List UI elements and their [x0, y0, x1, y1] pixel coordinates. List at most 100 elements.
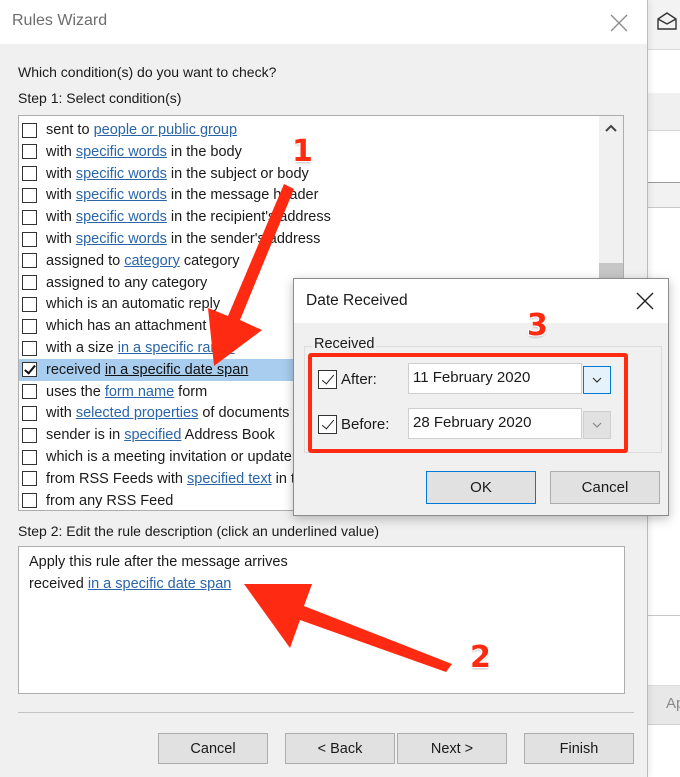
condition-text: category [179, 252, 240, 269]
condition-row[interactable]: assigned to category category [19, 250, 599, 272]
date-span-link[interactable]: in a specific date span [88, 576, 231, 592]
condition-value-link[interactable]: in a specific range [118, 340, 235, 356]
condition-text: with a size [46, 340, 118, 356]
condition-value-link[interactable]: category [124, 253, 180, 269]
chevron-down-icon [592, 377, 602, 383]
chevron-up-icon [605, 124, 617, 132]
after-date-dropdown[interactable] [583, 366, 611, 394]
dialog-title-bar: Date Received [294, 279, 668, 323]
condition-row[interactable]: with specific words in the body [19, 141, 599, 163]
condition-text: which has an attachment [46, 318, 207, 335]
condition-checkbox[interactable] [22, 275, 37, 291]
back-button[interactable]: < Back [285, 733, 395, 764]
condition-text: uses the [46, 383, 105, 400]
rule-description-box: Apply this rule after the message arrive… [18, 546, 625, 694]
condition-checkbox[interactable] [22, 340, 37, 356]
after-label: After: [341, 371, 377, 388]
condition-text: in the recipient's address [166, 209, 331, 226]
description-line-2: received in a specific date span [29, 573, 614, 595]
condition-question: Which condition(s) do you want to check? [18, 64, 277, 80]
condition-text: from any RSS Feed [46, 492, 174, 509]
close-icon[interactable] [606, 10, 632, 36]
after-checkbox[interactable] [318, 370, 337, 389]
condition-checkbox[interactable] [22, 122, 37, 138]
condition-text: received [46, 361, 105, 378]
condition-text: which is an automatic reply [46, 296, 221, 313]
condition-text: assigned to [46, 252, 125, 269]
condition-text: with [46, 231, 76, 247]
scroll-up-button[interactable] [599, 116, 623, 140]
condition-value-link[interactable]: in a specific date span [105, 362, 248, 378]
condition-row[interactable]: with specific words in the sender's addr… [19, 228, 599, 250]
description-static-text: received [29, 576, 88, 592]
before-date-dropdown[interactable] [583, 411, 611, 439]
date-received-dialog: Date Received Received After: 11 Februar… [293, 278, 669, 516]
condition-text: in the body [166, 143, 242, 160]
next-button[interactable]: Next > [397, 733, 507, 764]
condition-checkbox[interactable] [22, 471, 37, 487]
title-bar: Rules Wizard [0, 0, 647, 44]
condition-row[interactable]: sent to people or public group [19, 119, 599, 141]
condition-checkbox[interactable] [22, 253, 37, 269]
condition-checkbox[interactable] [22, 166, 37, 182]
dialog-cancel-button[interactable]: Cancel [550, 471, 660, 504]
condition-text: form [174, 383, 208, 400]
step1-label: Step 1: Select condition(s) [18, 90, 182, 106]
condition-row[interactable]: with specific words in the recipient's a… [19, 206, 599, 228]
condition-text: with [46, 165, 76, 182]
condition-value-link[interactable]: specific words [76, 187, 167, 203]
background-apply-label: Ap [666, 695, 680, 712]
condition-text: which is a meeting invitation or update [46, 449, 292, 465]
background-band [648, 93, 680, 131]
condition-text: in the message header [166, 187, 319, 204]
condition-value-link[interactable]: specific words [76, 144, 167, 160]
condition-text: with [46, 143, 76, 160]
condition-checkbox[interactable] [22, 493, 37, 509]
condition-checkbox[interactable] [22, 362, 37, 378]
condition-value-link[interactable]: form name [105, 384, 174, 400]
condition-value-link[interactable]: selected properties [76, 405, 199, 421]
description-line-1: Apply this rule after the message arrive… [29, 554, 288, 570]
condition-value-link[interactable]: specific words [76, 231, 167, 247]
condition-text: sender is in [46, 427, 125, 444]
condition-value-link[interactable]: people or public group [94, 122, 238, 138]
condition-checkbox[interactable] [22, 384, 37, 400]
envelope-icon [657, 12, 677, 30]
condition-text: with [46, 405, 76, 422]
condition-text: with [46, 209, 76, 226]
finish-button[interactable]: Finish [524, 733, 634, 764]
condition-checkbox[interactable] [22, 231, 37, 247]
condition-row[interactable]: with specific words in the message heade… [19, 184, 599, 206]
close-icon[interactable] [634, 290, 656, 312]
dialog-title: Date Received [306, 292, 408, 309]
condition-text: with [46, 187, 76, 204]
background-band [648, 182, 680, 208]
before-label: Before: [341, 416, 390, 433]
condition-value-link[interactable]: specific words [76, 209, 167, 225]
before-date-field[interactable]: 28 February 2020 [408, 408, 582, 439]
condition-checkbox[interactable] [22, 318, 37, 334]
after-date-field[interactable]: 11 February 2020 [408, 363, 582, 394]
condition-value-link[interactable]: specified [124, 427, 181, 443]
condition-row[interactable]: with specific words in the subject or bo… [19, 163, 599, 185]
condition-value-link[interactable]: specified text [187, 471, 272, 487]
condition-text: assigned to any category [46, 274, 208, 291]
condition-checkbox[interactable] [22, 427, 37, 443]
cancel-button[interactable]: Cancel [158, 733, 268, 764]
condition-checkbox[interactable] [22, 449, 37, 465]
condition-text: in the sender's address [166, 231, 321, 247]
window-title: Rules Wizard [12, 12, 108, 29]
condition-checkbox[interactable] [22, 209, 37, 225]
condition-text: Address Book [181, 427, 275, 444]
separator [18, 712, 634, 713]
ok-button[interactable]: OK [426, 471, 536, 504]
condition-checkbox[interactable] [22, 187, 37, 203]
before-checkbox[interactable] [318, 415, 337, 434]
condition-text: in the subject or body [166, 165, 309, 182]
condition-checkbox[interactable] [22, 405, 37, 421]
background-divider [648, 615, 680, 616]
condition-value-link[interactable]: specific words [76, 166, 167, 182]
condition-checkbox[interactable] [22, 296, 37, 312]
condition-checkbox[interactable] [22, 144, 37, 160]
condition-text: from RSS Feeds with [46, 470, 188, 487]
